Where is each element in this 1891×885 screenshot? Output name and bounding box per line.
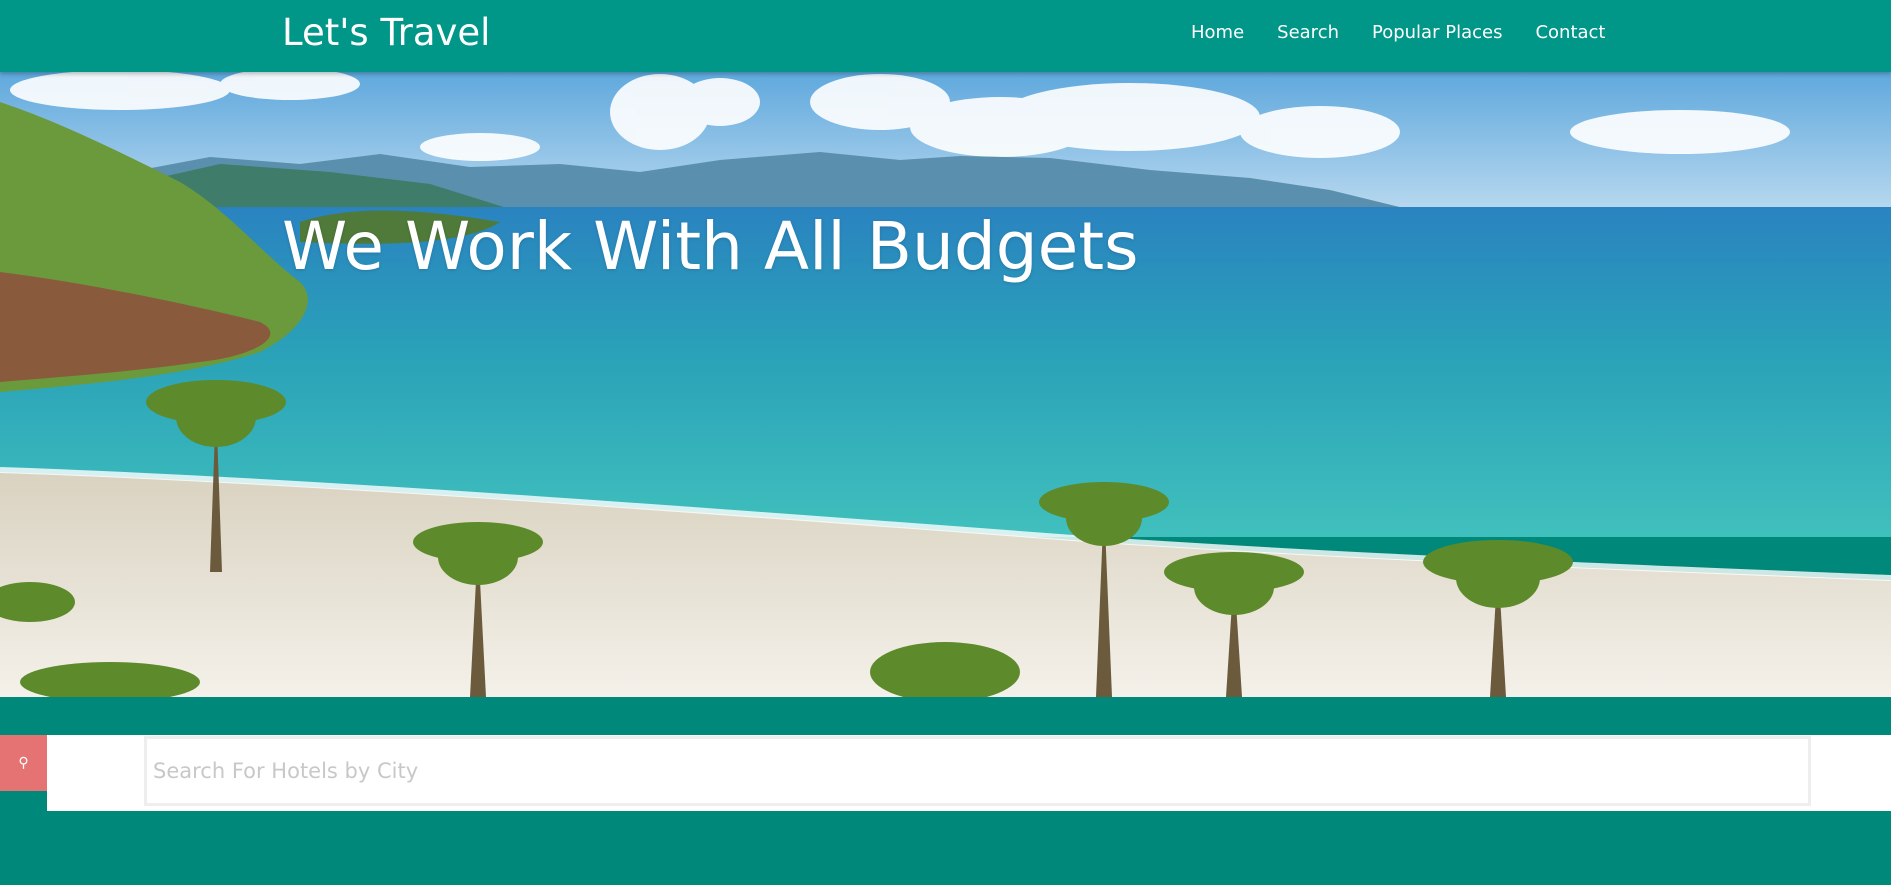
nav-popular-places[interactable]: Popular Places — [1372, 20, 1502, 46]
brand-logo[interactable]: Let's Travel — [282, 10, 490, 56]
hero-banner: We Work With All Budgets — [0, 72, 1891, 697]
nav-home[interactable]: Home — [1191, 20, 1244, 46]
map-pin-icon[interactable]: ⚲ — [0, 735, 47, 791]
nav-search[interactable]: Search — [1277, 20, 1339, 46]
top-navbar: Let's Travel Home Search Popular Places Con… — [0, 0, 1891, 72]
hotel-city-search-input[interactable] — [144, 736, 1811, 806]
hotel-search-bar: ⚲ — [0, 735, 1891, 811]
main-nav: Home Search Popular Places Contact — [1191, 20, 1605, 46]
hero-beach-image — [0, 72, 1891, 697]
nav-contact[interactable]: Contact — [1535, 20, 1605, 46]
hero-title: We Work With All Budgets — [282, 208, 1139, 285]
